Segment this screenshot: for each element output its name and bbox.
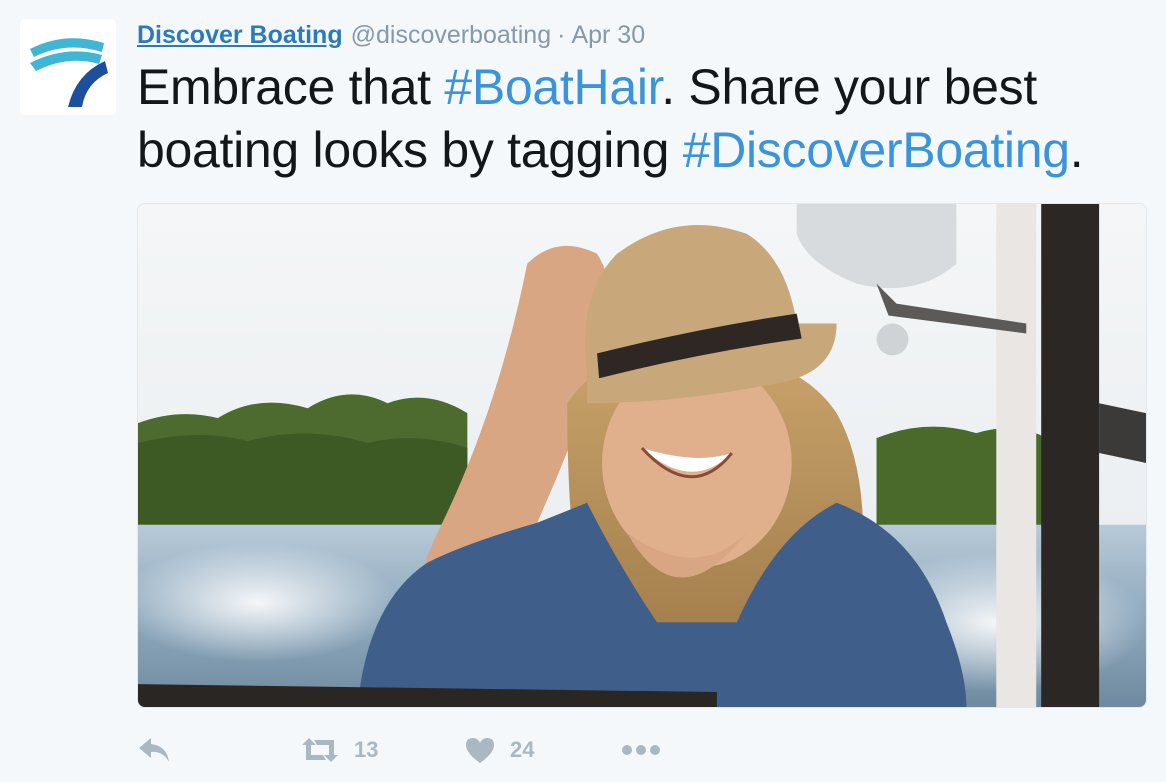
like-button[interactable]: 24 [464, 728, 534, 772]
author-handle[interactable]: @discoverboating [351, 21, 552, 49]
heart-icon [466, 738, 494, 763]
tweet-actions: 13 24 [137, 728, 837, 772]
retweet-button[interactable]: 13 [300, 728, 378, 772]
discover-boating-logo-icon [20, 19, 116, 115]
author-name[interactable]: Discover Boating [137, 21, 343, 49]
avatar[interactable] [20, 19, 116, 115]
retweet-count: 13 [354, 737, 379, 762]
tweet-header: Discover Boating @discoverboating · Apr 30 [137, 20, 645, 50]
tweet-text-part: . [1069, 122, 1084, 178]
hashtag-discoverboating[interactable]: #DiscoverBoating [683, 122, 1070, 178]
tweet-text-part: Embrace that [137, 59, 445, 115]
retweet-icon [302, 738, 338, 762]
header-separator: · [557, 21, 566, 49]
photo-woman-in-hat-on-boat [138, 204, 1146, 707]
tweet-text: Embrace that #BoatHair. Share your best … [137, 56, 1147, 182]
reply-icon [139, 738, 169, 762]
hashtag-boathair[interactable]: #BoatHair [444, 59, 661, 115]
tweet-photo[interactable] [137, 203, 1147, 708]
more-icon [622, 745, 660, 755]
more-button[interactable] [621, 728, 661, 772]
reply-button[interactable] [137, 728, 171, 772]
like-count: 24 [510, 737, 535, 762]
tweet-date[interactable]: Apr 30 [571, 21, 645, 49]
